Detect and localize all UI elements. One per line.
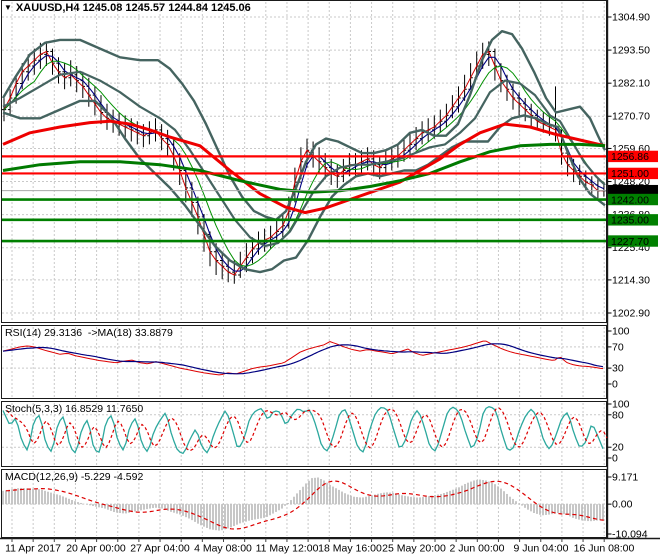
time-axis-label: 2 Jun 00:00 <box>450 543 505 555</box>
time-axis-label: 16 Jun 08:00 <box>574 543 635 555</box>
ohlc-values: 1245.08 1245.57 1244.84 1245.06 <box>82 2 251 14</box>
svg-text:1251.00: 1251.00 <box>611 168 649 180</box>
svg-text:1235.00: 1235.00 <box>611 215 649 227</box>
support-price-badge[interactable]: 1242.00 <box>608 193 658 207</box>
support-price-badge[interactable]: 1235.00 <box>608 214 658 227</box>
time-axis-label: 11 May 12:00 <box>256 543 319 555</box>
svg-text:1256.86: 1256.86 <box>611 151 649 163</box>
time-axis-label: 18 May 16:00 <box>318 543 382 555</box>
price-axis-label: 1293.50 <box>612 45 650 57</box>
resistance-price-badge[interactable]: 1251.00 <box>608 167 658 181</box>
indicator-axis-label: 0 <box>612 379 618 391</box>
time-axis-label: 27 Apr 04:00 <box>130 543 190 555</box>
time-axis-label: 11 Apr 2017 <box>5 543 61 555</box>
price-axis-label: 1202.90 <box>612 308 650 320</box>
svg-text:1242.00: 1242.00 <box>611 194 649 206</box>
support-price-badge[interactable]: 1227.70 <box>608 235 658 248</box>
indicator-axis-label: 100 <box>612 326 630 338</box>
chart-window: 1304.90 1293.50 1282.10 1270.70 1259.60 1248.… <box>0 0 660 560</box>
indicator-axis-label: 0 <box>612 453 618 465</box>
indicator-axis-label: 9.171 <box>612 472 638 484</box>
chart-title: ▼ XAUUSD,H4 1245.08 1245.57 1244.84 1245.… <box>4 2 251 14</box>
indicator-axis-label: 30 <box>612 363 624 375</box>
symbol-dropdown-icon[interactable]: ▼ <box>4 3 12 12</box>
rsi-label: RSI(14) 29.3136 ->MA(18) 33.8879 <box>5 327 173 339</box>
resistance-price-badge[interactable]: 1256.86 <box>608 150 658 164</box>
indicator-axis-label: 0.00 <box>612 499 633 511</box>
stoch-label: Stoch(5,3,3) 16.8529 11.7650 <box>5 403 144 415</box>
indicator-axis-label: -10.094 <box>612 529 648 541</box>
price-axis-label: 1214.30 <box>612 274 650 286</box>
price-axis-label: 1304.90 <box>612 12 650 24</box>
indicator-axis-label: 80 <box>612 409 624 421</box>
price-axis-label: 1282.10 <box>612 78 650 90</box>
time-axis-label: 4 May 08:00 <box>194 543 252 555</box>
symbol-period: XAUUSD,H4 <box>15 2 80 14</box>
indicator-axis-label: 70 <box>612 341 624 353</box>
price-axis-label: 1270.70 <box>612 111 650 123</box>
time-axis-label: 20 Apr 00:00 <box>66 543 126 555</box>
svg-text:1227.70: 1227.70 <box>611 236 649 248</box>
macd-label: MACD(12,26,9) -5.229 -4.592 <box>5 471 144 483</box>
time-axis-label: 9 Jun 04:00 <box>514 543 569 555</box>
time-axis-label: 25 May 20:00 <box>382 543 446 555</box>
